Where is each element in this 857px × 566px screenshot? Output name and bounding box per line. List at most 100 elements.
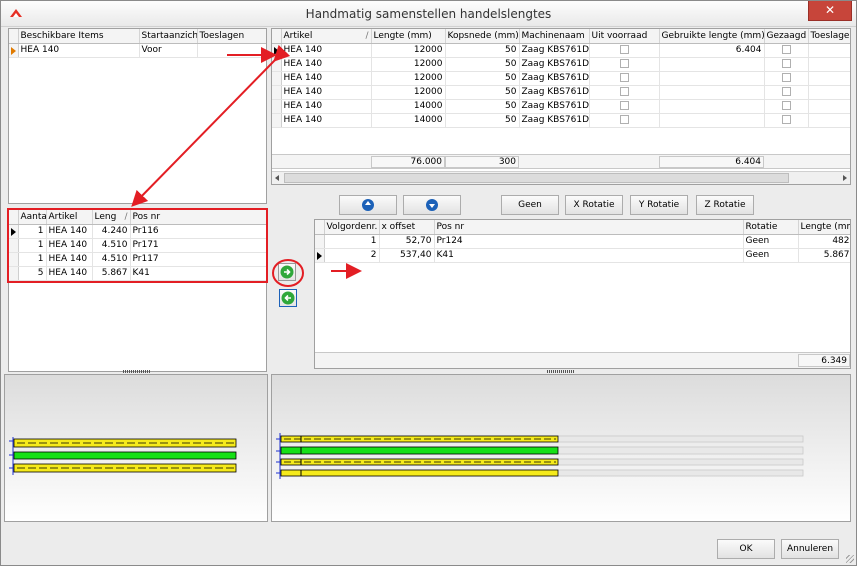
checkbox[interactable]	[781, 101, 791, 110]
checkbox[interactable]	[619, 87, 629, 96]
checkbox[interactable]	[781, 73, 791, 82]
cell-gebruikte-lengte[interactable]	[659, 71, 765, 86]
cell-uit-voorraad[interactable]	[589, 113, 660, 128]
cell-lengte[interactable]: 5.867	[798, 248, 850, 263]
cell-pos-nr[interactable]: Pr171	[130, 238, 266, 253]
cell-aantal[interactable]: 1	[18, 252, 47, 267]
col-x-offset[interactable]: x offset	[379, 220, 435, 235]
cell-kopsnede[interactable]: 50	[445, 71, 520, 86]
table-row[interactable]: 1 52,70 Pr124 Geen 482	[315, 234, 850, 249]
horizontal-scrollbar[interactable]	[272, 171, 850, 184]
cell-kopsnede[interactable]: 50	[445, 57, 520, 72]
cell-machinenaam[interactable]: Zaag KBS761DG	[519, 99, 590, 114]
col-artikel[interactable]: Artikel	[46, 210, 93, 225]
cell-kopsnede[interactable]: 50	[445, 99, 520, 114]
col-toeslagen[interactable]: Toeslagen	[808, 29, 850, 44]
cancel-button[interactable]: Annuleren	[781, 539, 839, 559]
table-row[interactable]: HEA 140 Voor	[9, 43, 266, 58]
y-rotation-button[interactable]: Y Rotatie	[630, 195, 688, 215]
scroll-right-icon[interactable]	[843, 175, 847, 181]
cell-uit-voorraad[interactable]	[589, 57, 660, 72]
cell-uit-voorraad[interactable]	[589, 99, 660, 114]
cell-volgordenr[interactable]: 1	[324, 234, 380, 249]
cell-pos-nr[interactable]: Pr124	[434, 234, 744, 249]
cell-gezaagd[interactable]	[764, 71, 809, 86]
move-up-button[interactable]	[339, 195, 397, 215]
cell-machinenaam[interactable]: Zaag KBS761DG	[519, 43, 590, 58]
cell-toeslagen[interactable]	[808, 43, 850, 58]
close-button[interactable]: ✕	[808, 1, 852, 21]
checkbox[interactable]	[619, 73, 629, 82]
ok-button[interactable]: OK	[717, 539, 775, 559]
cell-artikel[interactable]: HEA 140	[46, 266, 93, 281]
table-row[interactable]: HEA 140 12000 50 Zaag KBS761DG	[272, 57, 850, 72]
cell-machinenaam[interactable]: Zaag KBS761DG	[519, 113, 590, 128]
cell-lengte[interactable]: 14000	[371, 113, 446, 128]
table-row[interactable]: HEA 140 14000 50 Zaag KBS761DG	[272, 99, 850, 114]
cell-kopsnede[interactable]: 50	[445, 85, 520, 100]
cell-aantal[interactable]: 1	[18, 224, 47, 239]
z-rotation-button[interactable]: Z Rotatie	[696, 195, 754, 215]
col-lengte[interactable]: Lengte (mm)	[798, 220, 850, 235]
cell-pos-nr[interactable]: K41	[434, 248, 744, 263]
cell-gezaagd[interactable]	[764, 85, 809, 100]
col-startaanzicht[interactable]: Startaanzicht	[139, 29, 198, 44]
cell-leng[interactable]: 5.867	[92, 266, 131, 281]
cell-artikel[interactable]: HEA 140	[281, 85, 372, 100]
cell-uit-voorraad[interactable]	[589, 71, 660, 86]
cell-kopsnede[interactable]: 50	[445, 43, 520, 58]
table-row[interactable]: 1 HEA 140 4.510 Pr117	[9, 252, 266, 267]
cell-machinenaam[interactable]: Zaag KBS761DG	[519, 85, 590, 100]
col-volgordenr[interactable]: Volgordenr.	[324, 220, 380, 235]
checkbox[interactable]	[619, 45, 629, 54]
col-aantal[interactable]: Aantal	[18, 210, 47, 225]
rotation-none-button[interactable]: Geen	[501, 195, 559, 215]
checkbox[interactable]	[619, 101, 629, 110]
table-row[interactable]: 1 HEA 140 4.510 Pr171	[9, 238, 266, 253]
table-row[interactable]: 2 537,40 K41 Geen 5.867	[315, 248, 850, 263]
x-rotation-button[interactable]: X Rotatie	[565, 195, 623, 215]
cell-item[interactable]: HEA 140	[18, 43, 140, 58]
cell-leng[interactable]: 4.510	[92, 252, 131, 267]
cell-artikel[interactable]: HEA 140	[46, 238, 93, 253]
cell-machinenaam[interactable]: Zaag KBS761DG	[519, 57, 590, 72]
cell-rotatie[interactable]: Geen	[743, 248, 799, 263]
cell-gebruikte-lengte[interactable]	[659, 85, 765, 100]
cell-uit-voorraad[interactable]	[589, 85, 660, 100]
col-gezaagd[interactable]: Gezaagd b	[764, 29, 809, 44]
cell-gebruikte-lengte[interactable]	[659, 113, 765, 128]
cell-leng[interactable]: 4.240	[92, 224, 131, 239]
cell-toeslagen[interactable]	[808, 99, 850, 114]
cell-artikel[interactable]: HEA 140	[281, 99, 372, 114]
cell-artikel[interactable]: HEA 140	[281, 57, 372, 72]
cell-lengte[interactable]: 12000	[371, 57, 446, 72]
cell-lengte[interactable]: 12000	[371, 85, 446, 100]
col-pos-nr[interactable]: Pos nr	[434, 220, 744, 235]
cell-gezaagd[interactable]	[764, 43, 809, 58]
col-uit-voorraad[interactable]: Uit voorraad	[589, 29, 660, 44]
checkbox[interactable]	[619, 59, 629, 68]
cell-pos-nr[interactable]: Pr116	[130, 224, 266, 239]
cell-gezaagd[interactable]	[764, 57, 809, 72]
cell-gebruikte-lengte[interactable]	[659, 57, 765, 72]
cell-toeslagen[interactable]	[808, 71, 850, 86]
table-row[interactable]: 1 HEA 140 4.240 Pr116	[9, 224, 266, 239]
checkbox[interactable]	[781, 115, 791, 124]
cell-toeslagen[interactable]	[808, 85, 850, 100]
cell-rotatie[interactable]: Geen	[743, 234, 799, 249]
col-pos-nr[interactable]: Pos nr	[130, 210, 266, 225]
col-toeslagen[interactable]: Toeslagen	[197, 29, 266, 44]
scroll-left-icon[interactable]	[275, 175, 279, 181]
splitter-handle[interactable]	[547, 370, 575, 373]
cell-gebruikte-lengte[interactable]: 6.404	[659, 43, 765, 58]
cell-x-offset[interactable]: 537,40	[379, 248, 435, 263]
scroll-thumb[interactable]	[284, 173, 789, 183]
cell-toeslagen[interactable]	[808, 113, 850, 128]
cell-lengte[interactable]: 482	[798, 234, 850, 249]
cell-gezaagd[interactable]	[764, 99, 809, 114]
checkbox[interactable]	[781, 45, 791, 54]
col-leng[interactable]: Leng /	[92, 210, 131, 225]
cell-volgordenr[interactable]: 2	[324, 248, 380, 263]
checkbox[interactable]	[619, 115, 629, 124]
col-artikel[interactable]: Artikel /	[281, 29, 372, 44]
